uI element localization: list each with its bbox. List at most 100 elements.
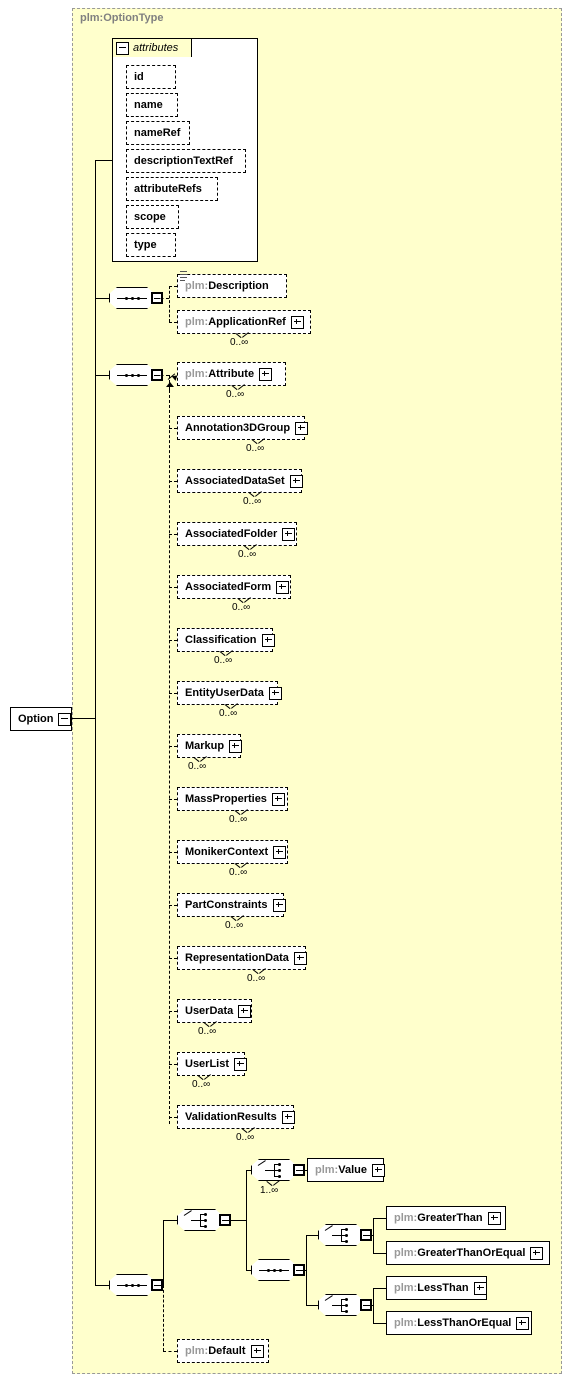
- occurrence-label: 0..∞: [246, 443, 265, 454]
- root-element-option[interactable]: Option: [10, 707, 74, 733]
- choice-compositor-less[interactable]: [318, 1294, 372, 1319]
- sequence-icon: [117, 374, 147, 377]
- element-partconstraints[interactable]: PartConstraints: [177, 893, 286, 919]
- element-classification[interactable]: Classification: [177, 628, 275, 654]
- expand-icon[interactable]: [371, 1163, 385, 1177]
- element-associateddataset[interactable]: AssociatedDataSet: [177, 469, 304, 495]
- attribute-label: type: [134, 238, 157, 251]
- connector: [155, 375, 169, 376]
- choice-icon: [324, 1225, 357, 1243]
- element-massproperties[interactable]: MassProperties: [177, 787, 290, 813]
- expand-icon[interactable]: [259, 367, 273, 381]
- expand-icon[interactable]: [234, 1057, 248, 1071]
- element-plm-greaterthanorequal[interactable]: plm:GreaterThanOrEqual: [386, 1241, 552, 1267]
- expand-icon[interactable]: [289, 474, 303, 488]
- connector: [169, 286, 177, 287]
- expand-icon[interactable]: [238, 1004, 252, 1018]
- element-monikercontext[interactable]: MonikerContext: [177, 840, 290, 866]
- element-validationresults[interactable]: ValidationResults: [177, 1105, 296, 1131]
- element-plm-default[interactable]: plm:Default: [177, 1339, 271, 1365]
- expand-icon[interactable]: [261, 633, 275, 647]
- occurrence-label: 0..∞: [230, 337, 249, 348]
- expand-icon[interactable]: [250, 1344, 264, 1358]
- attribute-descriptionTextRef[interactable]: descriptionTextRef: [126, 149, 248, 175]
- element-label: plm:GreaterThanOrEqual: [394, 1246, 526, 1259]
- element-userdata[interactable]: UserData: [177, 999, 254, 1025]
- element-label: UserList: [185, 1057, 230, 1070]
- occurrence-label: 0..∞: [214, 655, 233, 666]
- connector: [306, 1235, 318, 1236]
- expand-icon[interactable]: [271, 792, 285, 806]
- connector: [95, 298, 109, 299]
- connector: [297, 1270, 306, 1271]
- element-label: plm:Description: [185, 279, 269, 292]
- element-plm-greaterthan[interactable]: plm:GreaterThan: [386, 1206, 508, 1232]
- element-representationdata[interactable]: RepresentationData: [177, 946, 308, 972]
- element-associatedform[interactable]: AssociatedForm: [177, 575, 293, 601]
- connector: [169, 534, 177, 535]
- attribute-attributeRefs[interactable]: attributeRefs: [126, 177, 220, 203]
- attribute-name[interactable]: name: [126, 93, 180, 119]
- sequence-compositor-3[interactable]: [109, 1274, 163, 1299]
- occurrence-label: 0..∞: [188, 761, 207, 772]
- element-markup[interactable]: Markup: [177, 734, 243, 760]
- sequence-compositor-1[interactable]: [109, 287, 163, 312]
- element-label: MonikerContext: [185, 845, 269, 858]
- element-label: Annotation3DGroup: [185, 421, 291, 434]
- expand-icon[interactable]: [273, 845, 287, 859]
- sequence-compositor-inner[interactable]: [251, 1259, 305, 1284]
- choice-compositor-outer[interactable]: [177, 1209, 231, 1234]
- element-plm-description[interactable]: plm:Description: [177, 271, 289, 300]
- expand-icon[interactable]: [281, 1110, 295, 1124]
- connector: [169, 958, 177, 959]
- connector: [169, 481, 177, 482]
- expand-icon[interactable]: [516, 1316, 530, 1330]
- element-label: AssociatedFolder: [185, 527, 278, 540]
- expand-icon[interactable]: [290, 315, 304, 329]
- element-annotation3dgroup[interactable]: Annotation3DGroup: [177, 416, 309, 442]
- choice-compositor-greater[interactable]: [318, 1224, 372, 1249]
- expand-icon[interactable]: [268, 686, 282, 700]
- occurrence-label: 0..∞: [225, 920, 244, 931]
- connector: [169, 322, 177, 323]
- element-plm-value[interactable]: plm:Value: [307, 1158, 386, 1184]
- element-plm-lessthanorequal[interactable]: plm:LessThanOrEqual: [386, 1311, 534, 1337]
- collapse-icon[interactable]: [116, 41, 129, 55]
- element-plm-lessthan[interactable]: plm:LessThan: [386, 1276, 489, 1302]
- element-label: plm:Default: [185, 1344, 246, 1357]
- attribute-id[interactable]: id: [126, 65, 178, 91]
- element-label: plm:Value: [315, 1163, 367, 1176]
- attribute-label: id: [134, 70, 144, 83]
- expand-icon[interactable]: [295, 421, 309, 435]
- element-label: Markup: [185, 739, 225, 752]
- element-entityuserdata[interactable]: EntityUserData: [177, 681, 282, 707]
- expand-icon[interactable]: [293, 951, 307, 965]
- reference-arrow-icon: [168, 374, 177, 383]
- connector: [155, 1285, 163, 1286]
- element-associatedfolder[interactable]: AssociatedFolder: [177, 522, 299, 548]
- expand-icon[interactable]: [487, 1211, 501, 1225]
- attributes-header[interactable]: attributes: [112, 38, 192, 57]
- attribute-nameRef[interactable]: nameRef: [126, 121, 192, 147]
- expand-icon[interactable]: [282, 527, 296, 541]
- expand-icon[interactable]: [530, 1246, 544, 1260]
- occurrence-label: 0..∞: [198, 1026, 217, 1037]
- expand-icon[interactable]: [272, 898, 286, 912]
- attribute-type[interactable]: type: [126, 233, 178, 259]
- expand-icon[interactable]: [276, 580, 290, 594]
- collapse-icon[interactable]: [58, 712, 72, 726]
- occurrence-label: 0..∞: [247, 973, 266, 984]
- expand-icon[interactable]: [229, 739, 243, 753]
- expand-icon[interactable]: [473, 1281, 487, 1295]
- element-label: UserData: [185, 1004, 234, 1017]
- connector: [169, 693, 177, 694]
- element-plm-applicationref[interactable]: plm:ApplicationRef: [177, 310, 313, 336]
- connector: [373, 1218, 386, 1219]
- element-plm-attribute[interactable]: plm:Attribute: [177, 362, 288, 388]
- element-userlist[interactable]: UserList: [177, 1052, 248, 1078]
- choice-compositor-value[interactable]: [251, 1159, 305, 1184]
- connector: [72, 718, 95, 719]
- attribute-scope[interactable]: scope: [126, 205, 181, 231]
- sequence-compositor-2[interactable]: [109, 364, 163, 389]
- attribute-label: descriptionTextRef: [134, 154, 233, 167]
